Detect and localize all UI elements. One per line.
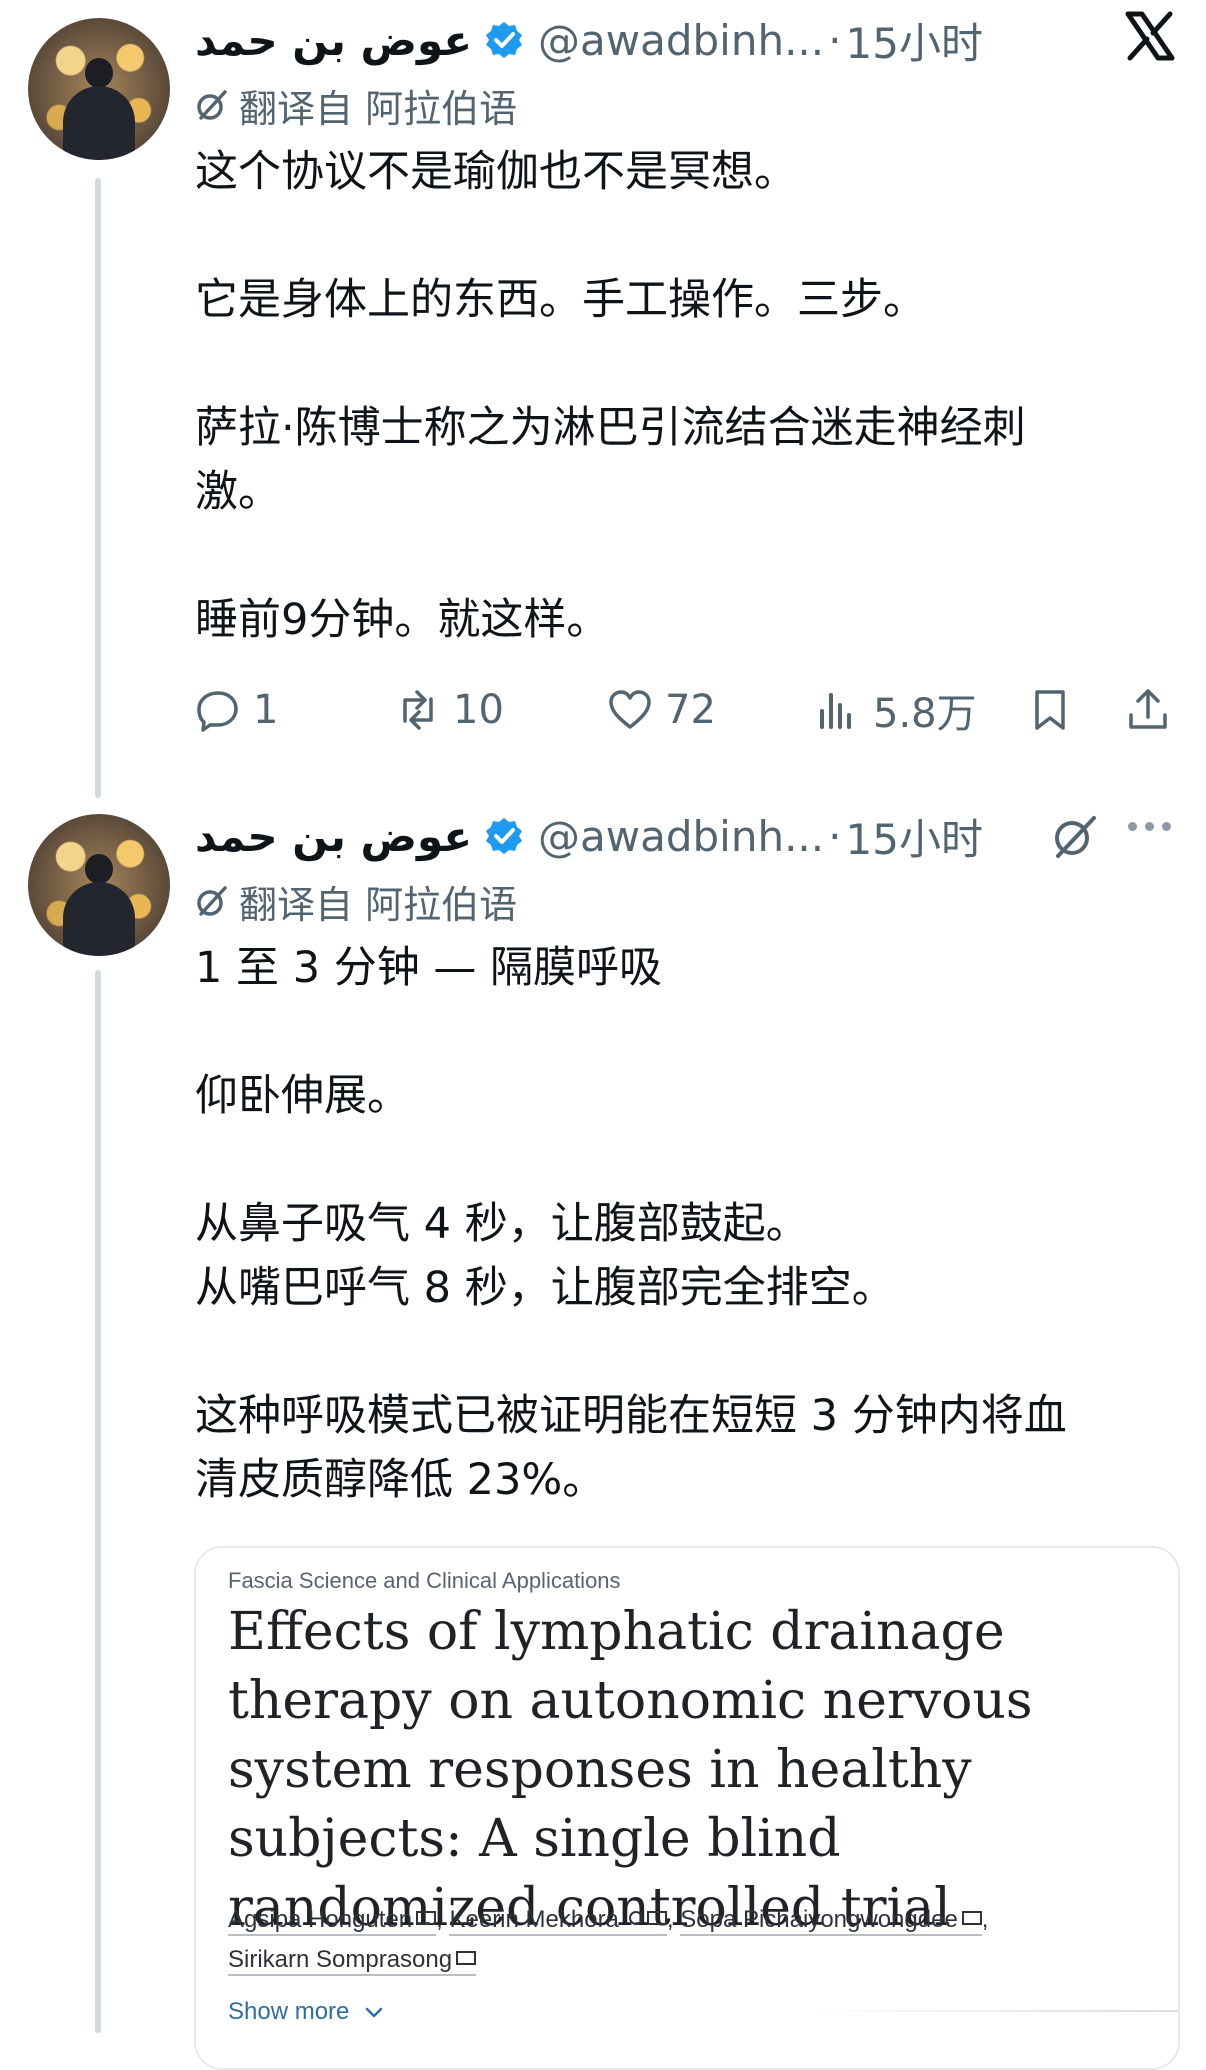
timestamp[interactable]: 15小时	[846, 10, 983, 71]
separator-dot: ·	[828, 811, 842, 861]
thread-line-top	[95, 178, 101, 798]
author-list: Agsipa Honguten, Keerin Mekhora, Sopa Pi…	[228, 1900, 1158, 1980]
mail-icon	[416, 1911, 437, 1925]
views-button[interactable]: 5.8万	[815, 680, 977, 740]
grok-translate-icon	[197, 90, 227, 120]
tweet-paragraph: 它是身体上的东西。手工操作。三步。	[195, 275, 926, 325]
author-link[interactable]: Agsipa Honguten	[228, 1906, 437, 1936]
bookmark-icon	[1035, 690, 1065, 730]
more-options-icon[interactable]	[1128, 822, 1171, 831]
x-logo-icon[interactable]	[1122, 8, 1178, 64]
person-icon	[628, 1911, 643, 1925]
avatar[interactable]	[28, 18, 170, 160]
repost-button[interactable]: 10	[395, 680, 504, 740]
tweet-paragraph: 这个协议不是瑜伽也不是冥想。	[195, 147, 797, 197]
tweet-paragraph: 睡前9分钟。就这样。	[195, 595, 610, 645]
tweet-text: 这个协议不是瑜伽也不是冥想。 它是身体上的东西。手工操作。三步。 萨拉·陈博士称…	[195, 140, 1155, 652]
thread-line-bottom	[95, 970, 101, 2033]
author-link[interactable]: Sirikarn Somprasong	[228, 1946, 477, 1976]
reply-button[interactable]: 1	[195, 680, 278, 740]
chevron-down-icon	[365, 2007, 383, 2017]
view-count: 5.8万	[873, 691, 977, 737]
author-name[interactable]: عوض بن حمد	[195, 16, 472, 65]
grok-translate-icon	[197, 886, 227, 916]
mail-icon	[646, 1911, 667, 1925]
article-title[interactable]: Effects of lymphatic drainage therapy on…	[228, 1598, 1168, 1943]
verified-badge-icon	[486, 22, 523, 58]
timestamp[interactable]: 15小时	[846, 806, 983, 867]
mail-icon	[961, 1911, 982, 1925]
author-link[interactable]: Sopa Pichaiyongwongdee	[680, 1906, 982, 1936]
tweet-paragraph: 仰卧伸展。	[195, 1071, 410, 1121]
grok-icon[interactable]	[1050, 812, 1098, 860]
tweet-header: عوض بن حمد @awadbinh... · 15小时	[195, 10, 983, 70]
author-handle[interactable]: @awadbinh...	[538, 16, 824, 65]
separator-dot: ·	[828, 15, 842, 65]
repost-icon	[403, 690, 433, 730]
share-icon	[1129, 689, 1167, 729]
views-icon	[820, 693, 851, 729]
tweet-paragraph: 这种呼吸模式已被证明能在短短 3 分钟内将血 清皮质醇降低 23%。	[195, 1391, 1067, 1505]
bookmark-button[interactable]	[1027, 680, 1085, 740]
tweet-paragraph: 萨拉·陈博士称之为淋巴引流结合迷走神经刺 激。	[195, 403, 1026, 517]
tweet-paragraph: 从鼻子吸气 4 秒，让腹部鼓起。 从嘴巴呼气 8 秒，让腹部完全排空。	[195, 1199, 895, 1313]
action-bar: 1 10 72 5.8万	[195, 680, 1175, 740]
repost-count: 10	[453, 687, 504, 733]
translated-label[interactable]: 翻译自 阿拉伯语	[195, 878, 517, 927]
show-more-link[interactable]: Show more	[228, 1998, 384, 2026]
translated-label[interactable]: 翻译自 阿拉伯语	[195, 82, 517, 131]
like-icon	[609, 690, 651, 729]
mail-icon	[456, 1951, 477, 1965]
verified-badge-icon	[486, 818, 523, 854]
reply-count: 1	[253, 687, 279, 733]
tweet-header: عوض بن حمد @awadbinh... · 15小时	[195, 806, 983, 866]
journal-name: Fascia Science and Clinical Applications	[228, 1568, 621, 1593]
tweet-text: 1 至 3 分钟 — 隔膜呼吸 仰卧伸展。 从鼻子吸气 4 秒，让腹部鼓起。 从…	[195, 936, 1155, 1512]
author-link[interactable]: Keerin Mekhora	[449, 1906, 667, 1936]
share-button[interactable]	[1125, 680, 1183, 740]
translated-text: 翻译自 阿拉伯语	[239, 882, 518, 927]
avatar[interactable]	[28, 814, 170, 956]
article-card[interactable]: Fascia Science and Clinical Applications…	[194, 1546, 1180, 2070]
author-name[interactable]: عوض بن حمد	[195, 812, 472, 861]
like-count: 72	[665, 687, 716, 733]
divider	[798, 2010, 1178, 2012]
tweet-paragraph: 1 至 3 分钟 — 隔膜呼吸	[195, 943, 663, 993]
translated-text: 翻译自 阿拉伯语	[239, 86, 518, 131]
reply-icon	[197, 691, 238, 732]
like-button[interactable]: 72	[607, 680, 716, 740]
author-handle[interactable]: @awadbinh...	[538, 812, 824, 861]
